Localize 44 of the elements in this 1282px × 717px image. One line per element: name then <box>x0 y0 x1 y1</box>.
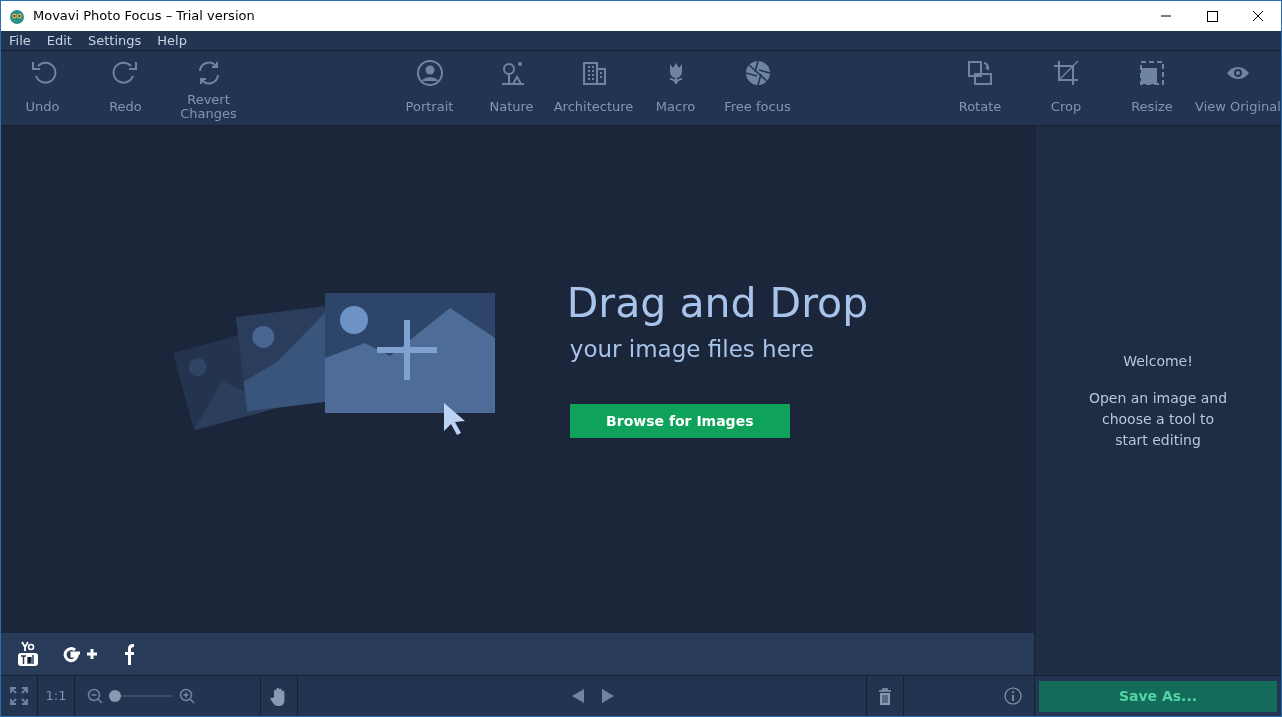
menu-item[interactable]: Help <box>149 31 195 50</box>
actual-size-button[interactable]: 1:1 <box>45 686 67 706</box>
tool-button[interactable]: Nature <box>470 51 553 125</box>
aperture-icon <box>743 59 772 87</box>
menu-item[interactable]: Edit <box>38 31 80 50</box>
previous-icon[interactable] <box>572 689 584 703</box>
redo-icon <box>111 59 140 87</box>
welcome-hint: Open an image and choose a tool to start editing <box>1088 388 1228 450</box>
resize-icon <box>1138 59 1166 87</box>
owl-logo-icon <box>9 8 25 24</box>
trash-icon[interactable] <box>878 687 892 705</box>
zoom-slider[interactable] <box>109 690 173 702</box>
drop-heading: Drag and Drop <box>566 280 869 326</box>
tool-button[interactable]: Architecture <box>552 51 635 125</box>
welcome-text: Welcome! <box>1122 351 1194 371</box>
tool-button[interactable]: Free focus <box>716 51 799 125</box>
window-title: Movavi Photo Focus – Trial version <box>33 7 256 26</box>
fullscreen-icon[interactable] <box>9 686 29 706</box>
slider-thumb[interactable] <box>109 690 121 702</box>
save-as-button[interactable]: Save As... <box>1039 680 1277 712</box>
person-icon <box>415 59 444 87</box>
maximize-icon <box>1205 9 1219 23</box>
menu-item[interactable]: File <box>1 31 39 50</box>
zoom-out-icon[interactable] <box>87 688 103 704</box>
tool-button[interactable]: Undo <box>1 51 84 125</box>
menu-item[interactable]: Settings <box>79 31 150 50</box>
crop-icon <box>1052 59 1080 87</box>
close-icon <box>1251 9 1265 23</box>
tool-button[interactable]: Redo <box>84 51 167 125</box>
info-icon[interactable] <box>1004 687 1022 705</box>
youtube-icon[interactable] <box>17 640 39 668</box>
tool-button[interactable]: Resize <box>1109 51 1195 125</box>
facebook-icon[interactable] <box>123 643 135 665</box>
browse-button[interactable]: Browse for Images <box>569 404 790 439</box>
tool-button[interactable]: Revert Changes <box>167 51 250 125</box>
tool-button[interactable]: Portrait <box>388 51 471 125</box>
tool-button[interactable]: View Original <box>1195 51 1281 125</box>
tool-button[interactable]: Crop <box>1023 51 1109 125</box>
rotate-icon <box>966 59 994 87</box>
next-icon[interactable] <box>602 689 614 703</box>
tool-button[interactable]: Macro <box>634 51 717 125</box>
zoom-in-icon[interactable] <box>179 688 195 704</box>
tool-button[interactable]: Rotate <box>937 51 1023 125</box>
drop-subheading: your image files here <box>569 334 815 364</box>
